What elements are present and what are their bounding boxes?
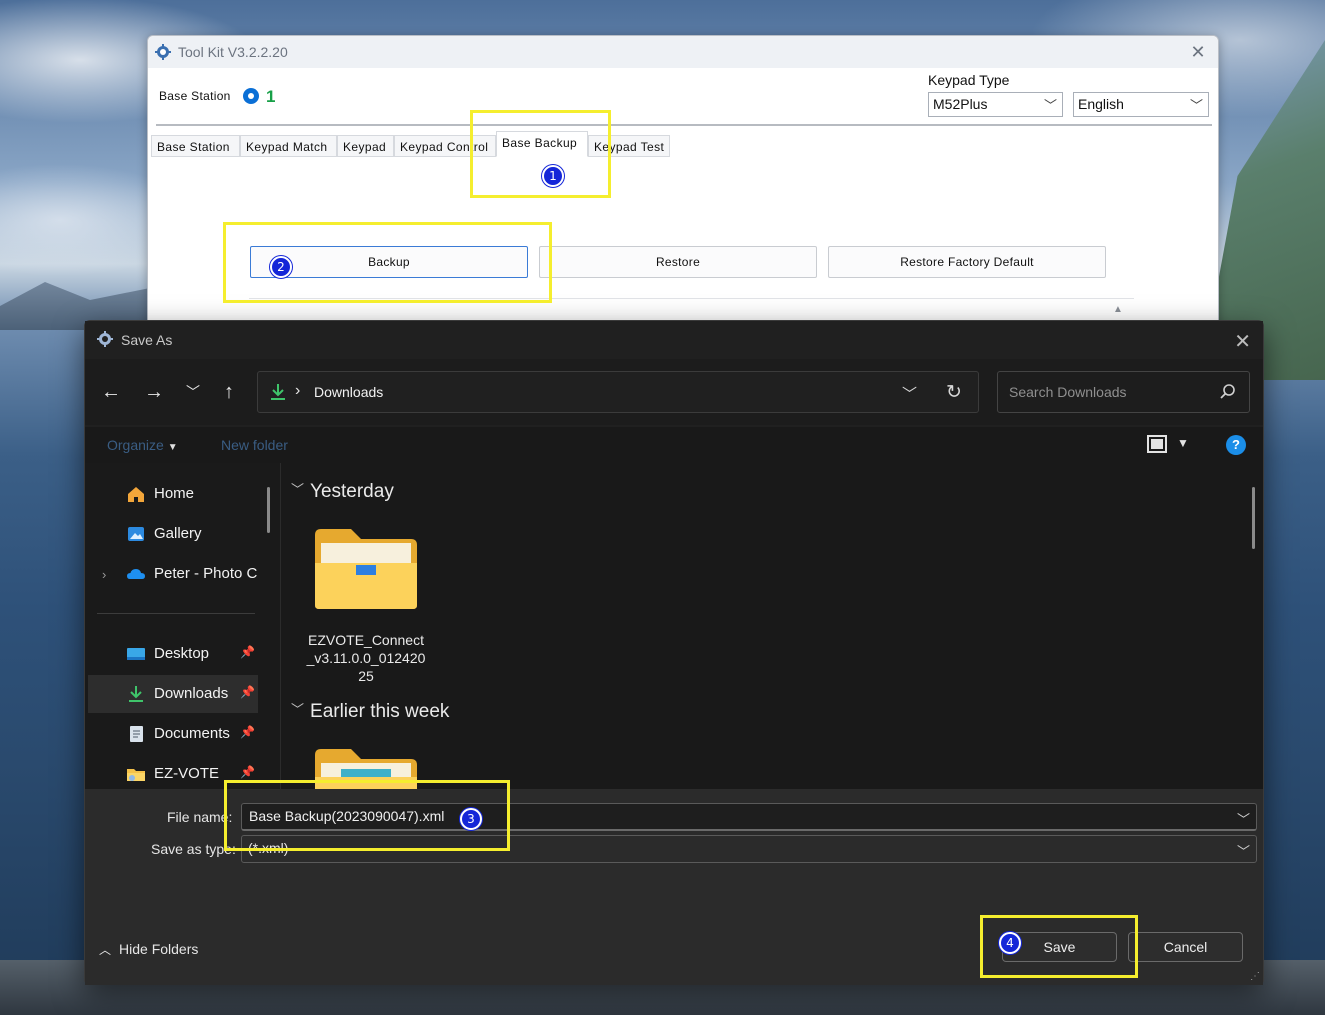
download-icon [129,686,143,702]
chevron-down-icon: ﹀ [291,482,305,497]
keypad-type-label: Keypad Type [928,72,1010,88]
content-scrollbar[interactable] [1252,487,1255,549]
navigation-pane: Home Gallery › Peter - Photo C Desktop 📌… [85,463,280,789]
navigation-bar: ← → ﹀ ↑ › Downloads ﹀ ↻ Search Downloads [85,359,1263,425]
dialog-title: Save As [121,332,173,348]
recent-locations-chevron-icon[interactable]: ﹀ [181,381,205,403]
chevron-down-icon[interactable]: ﹀ [902,383,917,404]
chevron-down-icon: ﹀ [291,702,305,717]
sidebar-item-downloads[interactable]: Downloads 📌 [88,675,258,713]
sidebar-item-documents[interactable]: Documents 📌 [88,715,258,753]
folder-icon[interactable] [313,527,419,611]
chevron-down-icon[interactable]: ﹀ [1237,841,1250,860]
dialog-titlebar: Save As ✕ [85,321,1263,359]
pane-splitter[interactable] [280,463,281,789]
file-name-label: File name: [167,809,233,825]
step-badge-3: 3 [460,808,482,830]
organize-menu[interactable]: Organize ▼ [107,437,178,453]
tab-keypad[interactable]: Keypad [337,135,394,157]
group-header-earlier-this-week[interactable]: ﹀ Earlier this week [291,699,449,723]
help-icon[interactable]: ? [1226,435,1246,455]
group-header-label: Yesterday [310,481,394,502]
caret-down-icon[interactable]: ▼ [1177,436,1189,450]
restore-button[interactable]: Restore [539,246,817,278]
restore-factory-default-button[interactable]: Restore Factory Default [828,246,1106,278]
breadcrumb-chevron-icon: › [295,382,301,399]
tab-base-station[interactable]: Base Station [151,135,240,157]
pin-icon: 📌 [240,765,255,779]
sidebar-item-onedrive[interactable]: Peter - Photo C [88,555,258,593]
address-bar[interactable]: › Downloads ﹀ ↻ [257,371,979,413]
dialog-body: Home Gallery › Peter - Photo C Desktop 📌… [85,463,1263,789]
search-icon [1220,384,1235,399]
hide-folders-toggle[interactable]: ︿ Hide Folders [99,941,198,958]
caret-down-icon: ▼ [167,442,178,453]
chevron-up-icon: ︿ [99,943,112,957]
resize-grip-icon[interactable]: ⋰ [1250,971,1260,982]
folder-icon [127,769,145,781]
desktop-icon [127,648,145,660]
language-value: English [1078,96,1124,112]
scroll-up-arrow-icon[interactable]: ▲ [1113,304,1123,315]
save-as-dialog: Save As ✕ ← → ﹀ ↑ › Downloads ﹀ ↻ Search… [84,320,1264,985]
sidebar-item-gallery[interactable]: Gallery [88,515,258,553]
base-station-number: 1 [266,87,276,106]
sidebar-scrollbar[interactable] [267,487,270,533]
language-select[interactable]: English ﹀ [1073,92,1209,117]
file-item-name[interactable]: EZVOTE_Connect_v3.11.0.0_01242025 [305,631,427,685]
step-badge-1: 1 [542,165,564,187]
close-icon[interactable]: ✕ [1188,42,1208,62]
pin-icon: 📌 [240,645,255,659]
sidebar-item-home[interactable]: Home [88,475,258,513]
documents-icon [130,726,143,742]
sidebar-divider [97,613,255,614]
pin-icon: 📌 [240,725,255,739]
highlight-box-step-1 [470,110,611,198]
download-icon [271,384,285,400]
new-folder-button[interactable]: New folder [221,437,288,453]
chevron-down-icon: ﹀ [1043,98,1057,113]
back-arrow-icon[interactable]: ← [99,381,123,403]
up-arrow-icon[interactable]: ↑ [217,381,241,403]
refresh-icon[interactable]: ↻ [946,381,962,404]
chevron-down-icon: ﹀ [1189,98,1203,113]
organize-label: Organize [107,437,164,453]
close-icon[interactable]: ✕ [1234,329,1251,354]
header-divider [156,124,1212,126]
keypad-type-select[interactable]: M52Plus ﹀ [928,92,1063,117]
base-station-label: Base Station [159,89,231,103]
sidebar-item-label: Peter - Photo C [154,565,258,582]
step-badge-4: 4 [999,932,1021,954]
onedrive-cloud-icon [127,569,145,579]
pin-icon: 📌 [240,685,255,699]
toolkit-titlebar: Tool Kit V3.2.2.20 ✕ [148,36,1218,68]
cancel-button[interactable]: Cancel [1128,932,1243,962]
command-bar: Organize ▼ New folder ▼ ? [85,427,1263,463]
tab-keypad-match[interactable]: Keypad Match [240,135,337,157]
breadcrumb-downloads[interactable]: Downloads [314,384,383,400]
gallery-icon [128,527,144,541]
toolkit-title: Tool Kit V3.2.2.20 [178,44,288,60]
sidebar-item-desktop[interactable]: Desktop 📌 [88,635,258,673]
hide-folders-label: Hide Folders [119,941,199,957]
sidebar-item-label: Gallery [154,525,202,542]
chevron-down-icon[interactable]: ﹀ [1237,809,1250,828]
view-mode-icon[interactable] [1147,435,1167,453]
home-icon [128,487,144,502]
gear-app-icon [97,331,113,347]
keypad-type-value: M52Plus [933,96,988,112]
forward-arrow-icon[interactable]: → [142,381,166,403]
search-input[interactable]: Search Downloads [997,371,1250,413]
search-placeholder: Search Downloads [1009,384,1127,400]
step-badge-2: 2 [270,256,292,278]
base-station-radio[interactable] [243,88,259,104]
group-header-label: Earlier this week [310,701,450,722]
gear-app-icon [155,44,171,60]
sidebar-item-label: Home [154,485,195,502]
group-header-yesterday[interactable]: ﹀ Yesterday [291,479,394,503]
